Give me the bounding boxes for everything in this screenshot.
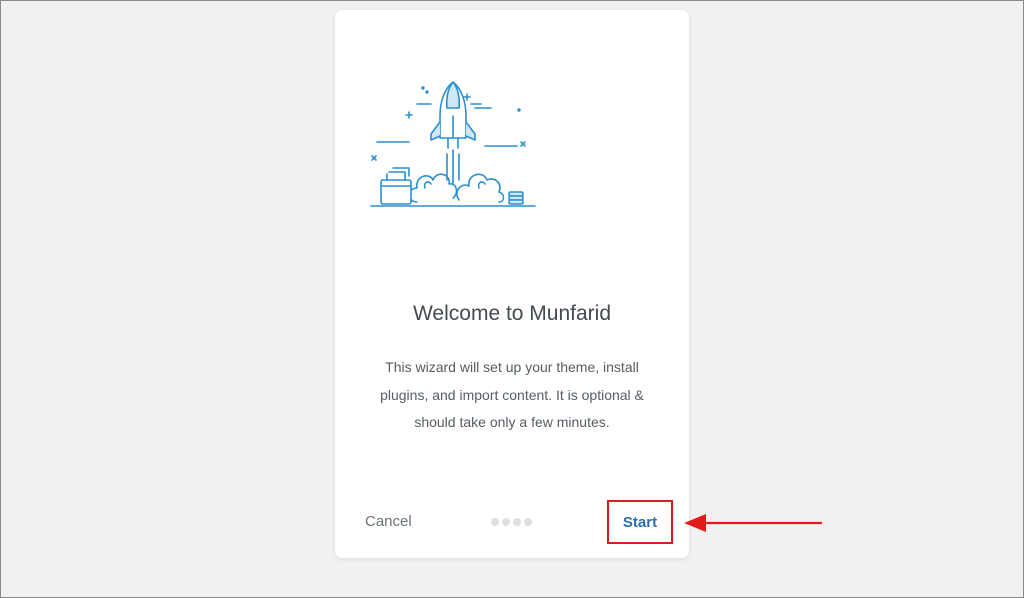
step-indicator xyxy=(491,518,532,526)
wizard-title: Welcome to Munfarid xyxy=(412,302,612,325)
start-button-highlight: Start xyxy=(607,500,673,544)
rocket-launch-icon xyxy=(370,81,536,207)
setup-wizard-card: Welcome to Munfarid This wizard will set… xyxy=(335,10,689,558)
step-dot xyxy=(502,518,510,526)
cancel-button[interactable]: Cancel xyxy=(365,513,412,530)
step-dot xyxy=(491,518,499,526)
step-dot xyxy=(524,518,532,526)
wizard-description: This wizard will set up your theme, inst… xyxy=(380,359,644,430)
start-button[interactable]: Start xyxy=(623,514,657,531)
annotation-arrow-icon xyxy=(684,514,822,532)
step-dot xyxy=(513,518,521,526)
